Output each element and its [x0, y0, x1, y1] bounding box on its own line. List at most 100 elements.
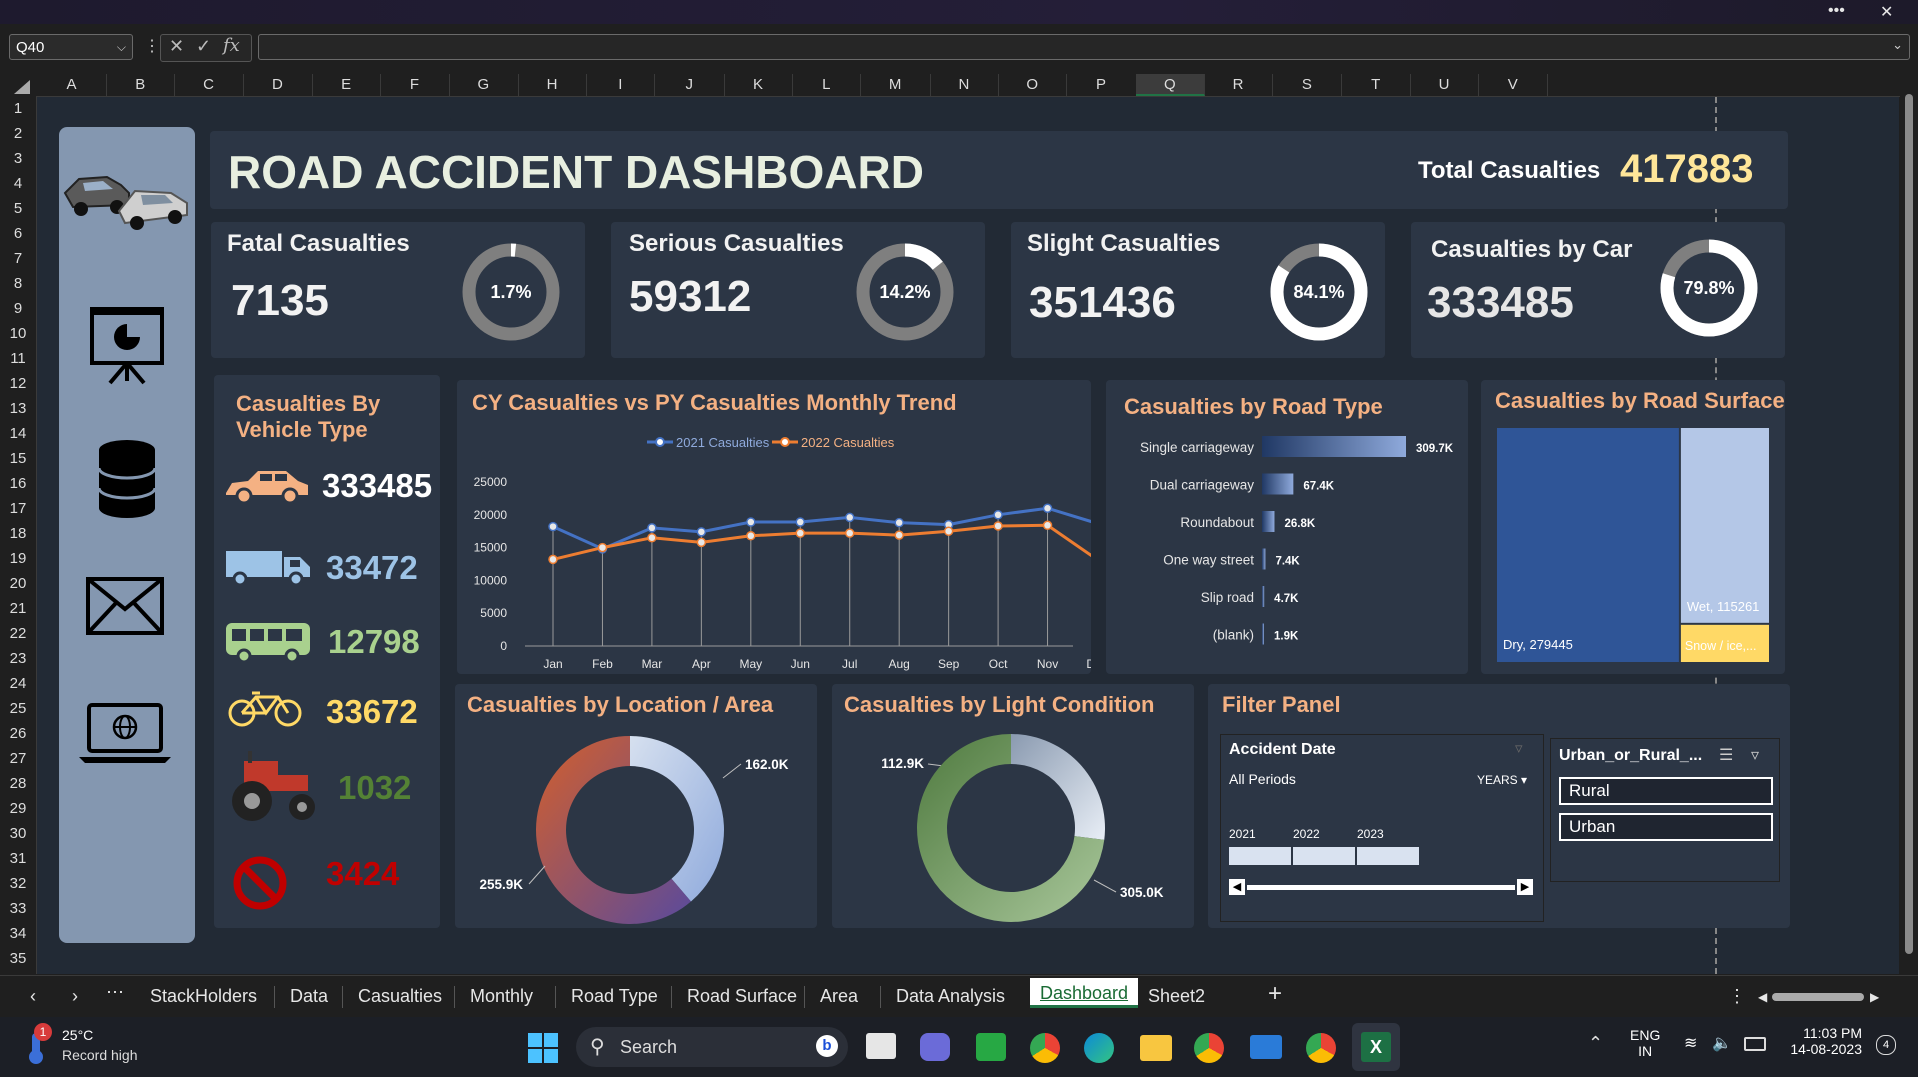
column-header[interactable]: U: [1410, 74, 1479, 96]
column-header[interactable]: T: [1342, 74, 1411, 96]
chrome-icon[interactable]: [1306, 1033, 1336, 1063]
column-header[interactable]: N: [930, 74, 999, 96]
teams-icon[interactable]: [920, 1033, 950, 1061]
task-view-icon[interactable]: [866, 1033, 896, 1059]
row-header[interactable]: 35: [0, 946, 36, 971]
row-header[interactable]: 23: [0, 646, 36, 671]
row-header[interactable]: 16: [0, 471, 36, 496]
scroll-right-icon[interactable]: ▶: [1517, 879, 1533, 895]
sheet-tab[interactable]: Data Analysis: [896, 986, 1005, 1007]
scroll-track[interactable]: [1247, 885, 1515, 890]
bing-icon[interactable]: b: [816, 1035, 838, 1057]
chevron-down-icon[interactable]: ⌵: [117, 34, 126, 60]
row-header[interactable]: 5: [0, 196, 36, 221]
name-box[interactable]: Q40 ⌵: [9, 34, 133, 60]
row-header[interactable]: 8: [0, 271, 36, 296]
mail-app-icon[interactable]: [1250, 1035, 1282, 1059]
column-header[interactable]: I: [586, 74, 656, 96]
clear-filter-icon[interactable]: ▿: [1751, 745, 1759, 765]
weather-text[interactable]: Record high: [62, 1047, 138, 1063]
row-header[interactable]: 32: [0, 871, 36, 896]
row-header[interactable]: 6: [0, 221, 36, 246]
slicer-option-urban[interactable]: Urban: [1559, 813, 1773, 841]
tab-scroll-right-icon[interactable]: ›: [72, 986, 78, 1007]
row-header[interactable]: 12: [0, 371, 36, 396]
column-header[interactable]: F: [381, 74, 450, 96]
column-header[interactable]: B: [106, 74, 176, 96]
hscroll-left-icon[interactable]: ◀: [1758, 990, 1767, 1004]
column-header[interactable]: O: [998, 74, 1068, 96]
sheet-tab[interactable]: Road Type: [571, 986, 658, 1007]
language-indicator[interactable]: ENG IN: [1630, 1027, 1660, 1059]
volume-icon[interactable]: 🔈: [1712, 1033, 1732, 1053]
more-options-icon[interactable]: •••: [1828, 2, 1845, 20]
row-header[interactable]: 19: [0, 546, 36, 571]
slicer-option-rural[interactable]: Rural: [1559, 777, 1773, 805]
row-header[interactable]: 3: [0, 146, 36, 171]
fx-icon[interactable]: fx: [223, 35, 240, 56]
chat-app-icon[interactable]: [976, 1033, 1006, 1061]
start-icon[interactable]: [528, 1033, 558, 1063]
clock[interactable]: 11:03 PM 14-08-2023: [1790, 1025, 1862, 1057]
row-header[interactable]: 34: [0, 921, 36, 946]
row-header[interactable]: 7: [0, 246, 36, 271]
sheet-tab[interactable]: Data: [290, 986, 328, 1007]
timeline-bar-2022[interactable]: [1293, 847, 1355, 865]
row-header[interactable]: 11: [0, 346, 36, 371]
more-tabs-icon[interactable]: ⋯: [106, 982, 124, 1003]
chrome-icon[interactable]: [1194, 1033, 1224, 1063]
row-header[interactable]: 18: [0, 521, 36, 546]
timeline-bar-2023[interactable]: [1357, 847, 1419, 865]
row-header[interactable]: 4: [0, 171, 36, 196]
tab-scroll-left-icon[interactable]: ‹: [30, 986, 36, 1007]
sheet-tab[interactable]: Road Surface: [687, 986, 797, 1007]
more-vertical-icon[interactable]: ⋮: [1728, 986, 1746, 1007]
edge-icon[interactable]: [1084, 1033, 1114, 1063]
sheet-tab[interactable]: Dashboard: [1030, 978, 1139, 1008]
add-sheet-icon[interactable]: +: [1268, 980, 1282, 1008]
sheet-tab[interactable]: Casualties: [358, 986, 442, 1007]
scroll-left-icon[interactable]: ◀: [1229, 879, 1245, 895]
row-header[interactable]: 15: [0, 446, 36, 471]
row-header[interactable]: 30: [0, 821, 36, 846]
row-header[interactable]: 31: [0, 846, 36, 871]
row-header[interactable]: 21: [0, 596, 36, 621]
row-header[interactable]: 9: [0, 296, 36, 321]
column-header[interactable]: J: [655, 74, 725, 96]
row-header[interactable]: 24: [0, 671, 36, 696]
row-header[interactable]: 26: [0, 721, 36, 746]
close-icon[interactable]: ✕: [1880, 2, 1893, 22]
battery-icon[interactable]: [1744, 1037, 1766, 1051]
column-header[interactable]: C: [175, 74, 244, 96]
vertical-scrollbar[interactable]: [1900, 74, 1918, 974]
horizontal-scrollbar[interactable]: [1772, 993, 1864, 1001]
row-header[interactable]: 33: [0, 896, 36, 921]
row-header[interactable]: 22: [0, 621, 36, 646]
row-header[interactable]: 27: [0, 746, 36, 771]
column-header[interactable]: E: [312, 74, 382, 96]
hscroll-right-icon[interactable]: ▶: [1870, 990, 1879, 1004]
row-header[interactable]: 2: [0, 121, 36, 146]
sheet-tab[interactable]: StackHolders: [150, 986, 257, 1007]
urban-rural-slicer[interactable]: Urban_or_Rural_... ☰ ▿ Rural Urban: [1550, 738, 1780, 882]
column-header[interactable]: G: [449, 74, 519, 96]
clear-filter-icon[interactable]: ▿: [1515, 739, 1523, 757]
formula-input[interactable]: ⌄: [258, 34, 1910, 60]
timeline-scrollbar[interactable]: ◀ ▶: [1229, 879, 1533, 895]
row-header[interactable]: 1: [0, 96, 36, 121]
row-header[interactable]: 28: [0, 771, 36, 796]
sheet-tab[interactable]: Monthly: [470, 986, 533, 1007]
column-header[interactable]: R: [1204, 74, 1274, 96]
column-header[interactable]: D: [243, 74, 313, 96]
weather-temp[interactable]: 25°C: [62, 1027, 93, 1043]
row-header[interactable]: 20: [0, 571, 36, 596]
sheet-tab[interactable]: Area: [820, 986, 858, 1007]
notification-count[interactable]: 4: [1876, 1035, 1896, 1055]
expand-icon[interactable]: ⌄: [1892, 37, 1903, 53]
more-vertical-icon[interactable]: ⋮: [144, 36, 160, 56]
column-header[interactable]: L: [792, 74, 862, 96]
multi-select-icon[interactable]: ☰: [1719, 745, 1733, 765]
row-header[interactable]: 10: [0, 321, 36, 346]
row-header[interactable]: 14: [0, 421, 36, 446]
column-header[interactable]: M: [861, 74, 931, 96]
